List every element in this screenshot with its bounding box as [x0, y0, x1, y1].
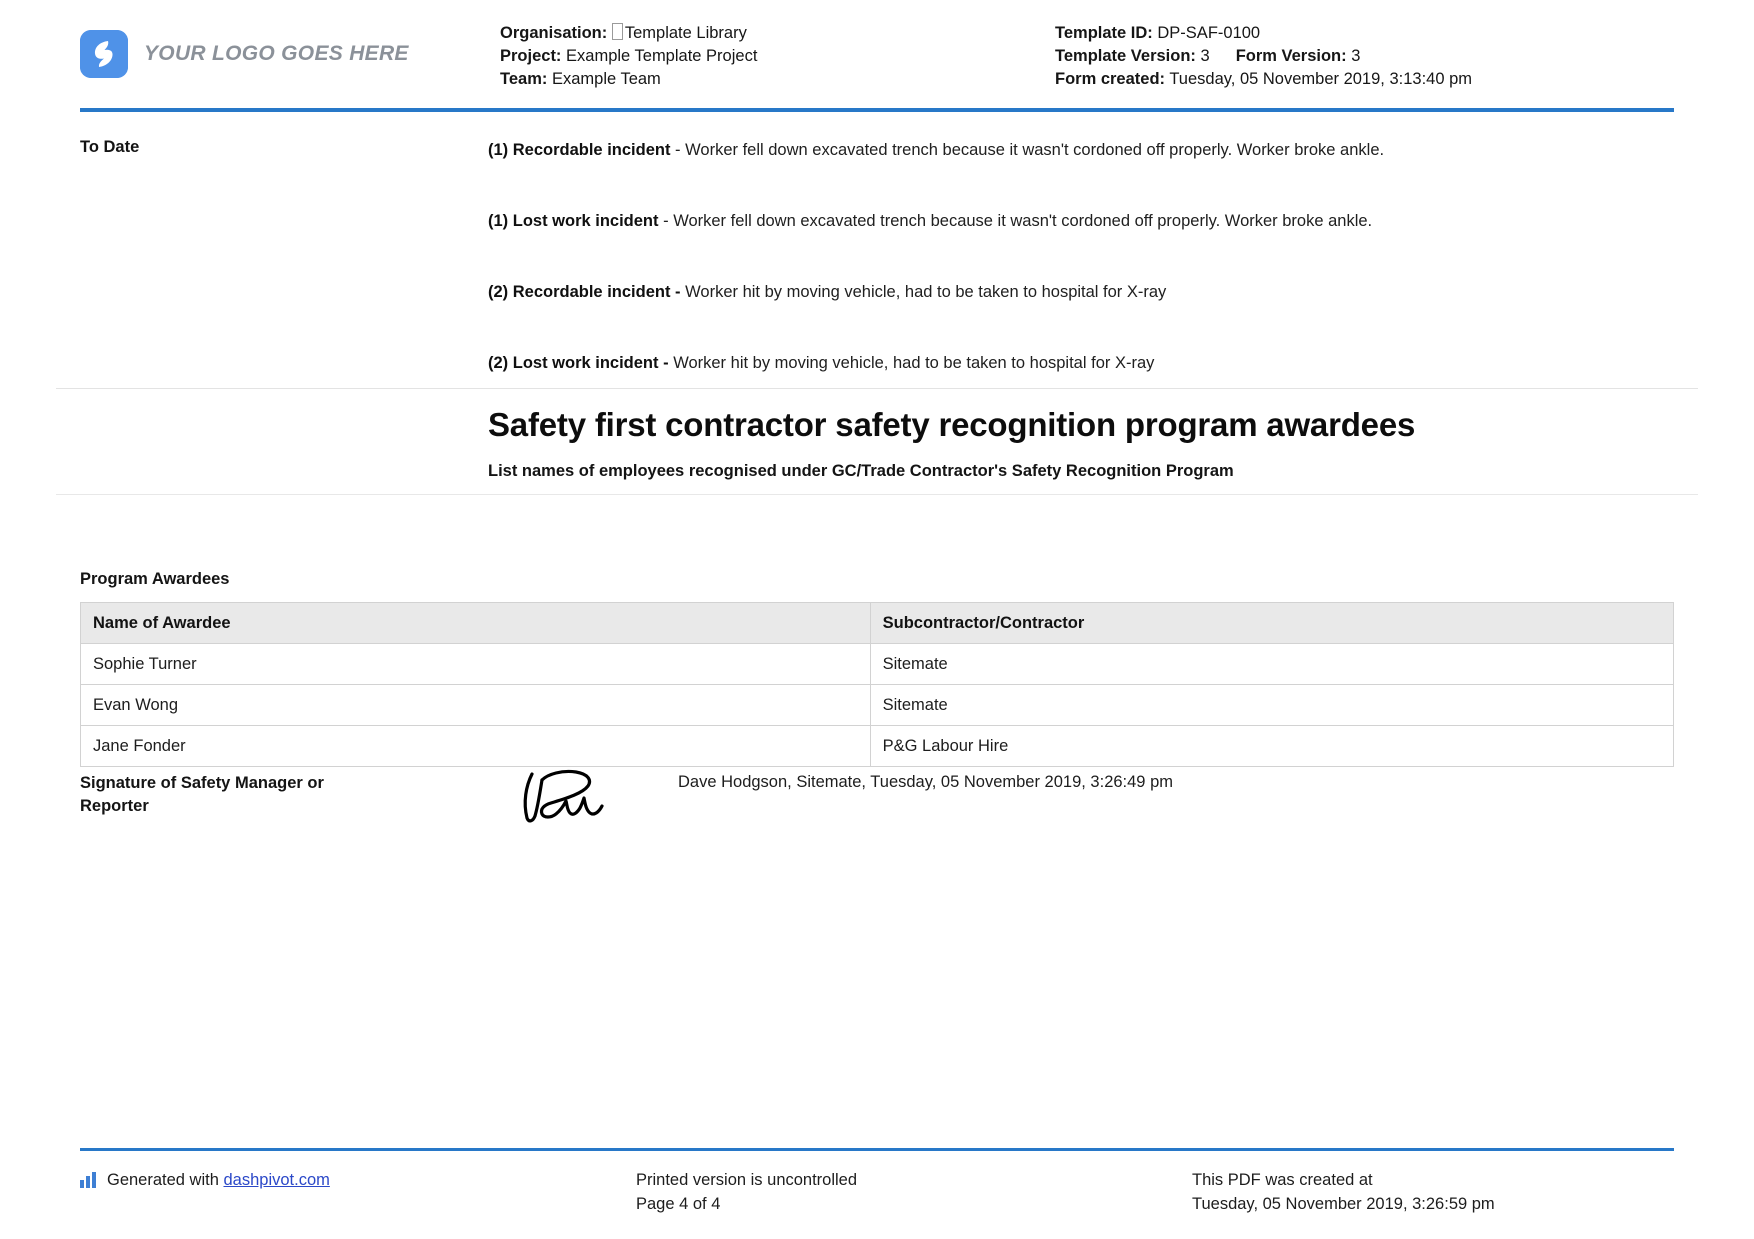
- template-version-value: 3: [1201, 47, 1210, 65]
- handwritten-signature: [518, 766, 668, 828]
- cell-awardee-name: Sophie Turner: [81, 644, 871, 685]
- team-line: Team: Example Team: [500, 68, 1055, 91]
- organisation-line: Organisation: Template Library: [500, 22, 1055, 45]
- incident-title: (1) Recordable incident: [488, 141, 670, 159]
- version-line: Template Version: 3Form Version: 3: [1055, 45, 1674, 68]
- header-divider: [80, 108, 1674, 112]
- signature-meta: Dave Hodgson, Sitemate, Tuesday, 05 Nove…: [678, 773, 1173, 792]
- generated-prefix: Generated with: [107, 1171, 223, 1189]
- printed-notice: Printed version is uncontrolled: [636, 1168, 1192, 1192]
- template-id-line: Template ID: DP-SAF-0100: [1055, 22, 1674, 45]
- table-row: Jane Fonder P&G Labour Hire: [81, 726, 1674, 767]
- form-created-value: Tuesday, 05 November 2019, 3:13:40 pm: [1169, 70, 1472, 88]
- incident-item: (1) Recordable incident - Worker fell do…: [488, 138, 1674, 162]
- form-created-line: Form created: Tuesday, 05 November 2019,…: [1055, 68, 1674, 91]
- section-divider-lower: [56, 494, 1698, 495]
- incident-description: Worker fell down excavated trench becaus…: [685, 141, 1384, 159]
- signature-label-line-1: Signature of Safety Manager or: [80, 774, 324, 792]
- organisation-label: Organisation:: [500, 24, 607, 42]
- table-row: Sophie Turner Sitemate: [81, 644, 1674, 685]
- title-block: Safety first contractor safety recogniti…: [488, 404, 1678, 481]
- bar-chart-icon: [80, 1171, 98, 1195]
- awardees-section: Program Awardees Name of Awardee Subcont…: [80, 570, 1674, 767]
- to-date-label: To Date: [80, 138, 430, 157]
- table-header-row: Name of Awardee Subcontractor/Contractor: [81, 603, 1674, 644]
- cell-contractor: Sitemate: [870, 685, 1673, 726]
- incident-separator: -: [670, 141, 685, 159]
- signature-label-line-2: Reporter: [80, 797, 149, 815]
- app-logo-icon: [80, 30, 128, 78]
- cell-contractor: P&G Labour Hire: [870, 726, 1673, 767]
- cell-contractor: Sitemate: [870, 644, 1673, 685]
- incident-description: Worker fell down excavated trench becaus…: [673, 212, 1372, 230]
- awardees-table: Name of Awardee Subcontractor/Contractor…: [80, 602, 1674, 767]
- incident-item: (2) Recordable incident - Worker hit by …: [488, 280, 1674, 304]
- team-label: Team:: [500, 70, 547, 88]
- template-version-label: Template Version:: [1055, 47, 1196, 65]
- incident-list: (1) Recordable incident - Worker fell do…: [488, 138, 1674, 375]
- form-version-label: Form Version:: [1236, 47, 1347, 65]
- column-header-contractor: Subcontractor/Contractor: [870, 603, 1673, 644]
- table-row: Evan Wong Sitemate: [81, 685, 1674, 726]
- missing-glyph-icon: [612, 23, 623, 40]
- organisation-value: Template Library: [625, 24, 747, 42]
- incident-description: Worker hit by moving vehicle, had to be …: [673, 354, 1154, 372]
- page-title: Safety first contractor safety recogniti…: [488, 404, 1678, 446]
- page-subtitle: List names of employees recognised under…: [488, 462, 1678, 481]
- incident-title: (1) Lost work incident: [488, 212, 659, 230]
- dashpivot-link[interactable]: dashpivot.com: [223, 1171, 329, 1189]
- logo-text: YOUR LOGO GOES HERE: [144, 42, 409, 66]
- footer-divider: [80, 1148, 1674, 1151]
- incident-description: Worker hit by moving vehicle, had to be …: [685, 283, 1166, 301]
- document-page: YOUR LOGO GOES HERE Organisation: Templa…: [0, 0, 1754, 1239]
- to-date-section: To Date (1) Recordable incident - Worker…: [80, 138, 1674, 375]
- incident-separator: -: [659, 212, 674, 230]
- created-value: Tuesday, 05 November 2019, 3:26:59 pm: [1192, 1192, 1674, 1216]
- incident-title: (2) Recordable incident -: [488, 283, 681, 301]
- section-divider-upper: [56, 388, 1698, 389]
- incident-item: (2) Lost work incident - Worker hit by m…: [488, 351, 1674, 375]
- footer-print-block: Printed version is uncontrolled Page 4 o…: [636, 1168, 1192, 1216]
- form-created-label: Form created:: [1055, 70, 1165, 88]
- cell-awardee-name: Jane Fonder: [81, 726, 871, 767]
- logo-block: YOUR LOGO GOES HERE: [80, 22, 500, 78]
- header-meta-left: Organisation: Template Library Project: …: [500, 22, 1055, 91]
- footer-generated-text: Generated with dashpivot.com: [107, 1168, 330, 1192]
- document-footer: Generated with dashpivot.com Printed ver…: [80, 1168, 1674, 1216]
- footer-created-block: This PDF was created at Tuesday, 05 Nove…: [1192, 1168, 1674, 1216]
- footer-generated-block: Generated with dashpivot.com: [80, 1168, 636, 1216]
- team-value: Example Team: [552, 70, 661, 88]
- project-label: Project:: [500, 47, 561, 65]
- incident-item: (1) Lost work incident - Worker fell dow…: [488, 209, 1674, 233]
- document-header: YOUR LOGO GOES HERE Organisation: Templa…: [80, 22, 1674, 91]
- signature-label: Signature of Safety Manager or Reporter: [80, 772, 410, 818]
- template-id-value: DP-SAF-0100: [1157, 24, 1260, 42]
- table-caption: Program Awardees: [80, 570, 1674, 589]
- project-value: Example Template Project: [566, 47, 757, 65]
- form-version-value: 3: [1351, 47, 1360, 65]
- column-header-name: Name of Awardee: [81, 603, 871, 644]
- incident-title: (2) Lost work incident -: [488, 354, 669, 372]
- page-number: Page 4 of 4: [636, 1192, 1192, 1216]
- cell-awardee-name: Evan Wong: [81, 685, 871, 726]
- template-id-label: Template ID:: [1055, 24, 1153, 42]
- project-line: Project: Example Template Project: [500, 45, 1055, 68]
- created-label: This PDF was created at: [1192, 1168, 1674, 1192]
- header-meta-right: Template ID: DP-SAF-0100 Template Versio…: [1055, 22, 1674, 91]
